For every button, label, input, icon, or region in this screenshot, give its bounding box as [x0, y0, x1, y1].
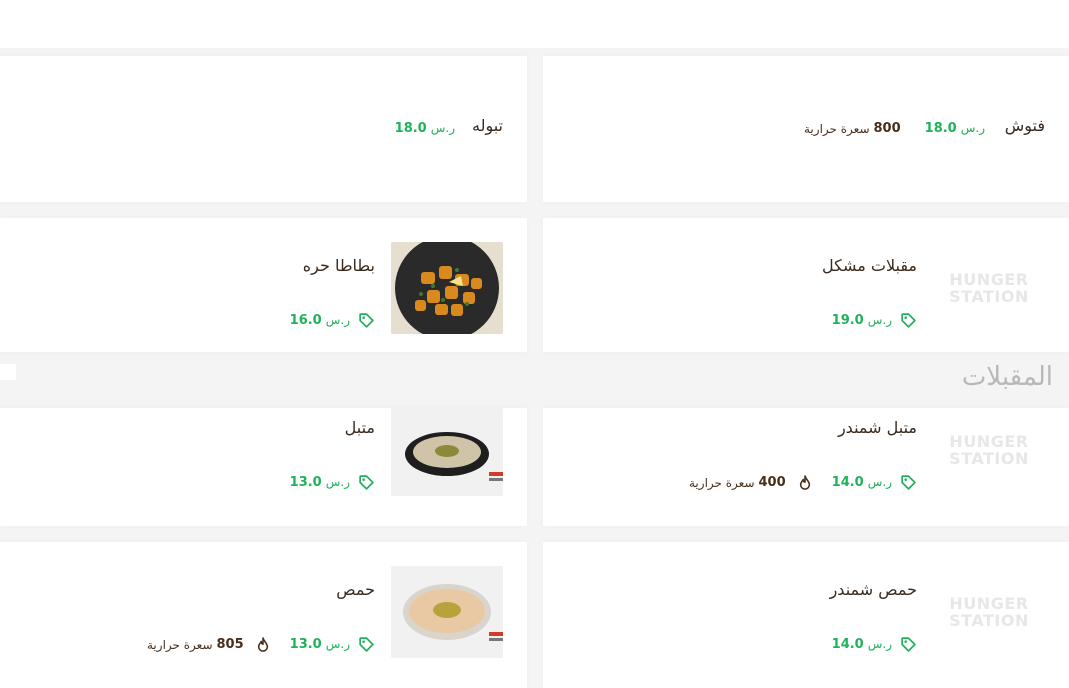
flame-icon [799, 474, 810, 490]
menu-item-mixed-appetizers[interactable]: HUNGER STATION مقبلات مشكل ر.س19.0 [543, 218, 1069, 352]
tag-icon [359, 313, 374, 328]
item-image [391, 566, 503, 658]
item-price: ر.س14.0 [831, 475, 892, 490]
item-meta: ر.س13.0 [290, 474, 375, 491]
item-image-placeholder: HUNGER STATION [949, 270, 1029, 306]
menu-item-hummus[interactable]: حمص سعرة حرارية 805 ر.س13.0 [0, 542, 527, 688]
item-price: ر.س14.0 [831, 637, 892, 652]
item-meta: ر.س16.0 [290, 312, 375, 329]
item-meta: سعرة حرارية 800 ر.س18.0 [804, 121, 985, 136]
menu-item-mutabbal[interactable]: متبل ر.س13.0 [0, 408, 527, 526]
item-price: ر.س16.0 [289, 313, 350, 328]
section-divider-left [0, 364, 16, 380]
item-name: فتوش [1004, 116, 1045, 135]
menu-item-beet-hummus[interactable]: HUNGER STATION حمص شمندر ر.س14.0 [543, 542, 1069, 688]
tag-icon [901, 637, 916, 652]
item-name: متبل [344, 418, 375, 437]
item-meta: ر.س19.0 [832, 312, 917, 329]
item-image-placeholder: HUNGER STATION [949, 432, 1029, 468]
calories-info: سعرة حرارية 805 [147, 636, 270, 653]
menu-item-spicy-potatoes[interactable]: بطاطا حره ر.س16.0 [0, 218, 527, 352]
item-meta: ر.س14.0 [832, 636, 917, 653]
item-meta: سعرة حرارية 805 ر.س13.0 [147, 636, 375, 653]
item-image-placeholder: HUNGER STATION [949, 594, 1029, 630]
tag-icon [901, 475, 916, 490]
menu-item-fattoush[interactable]: فتوش سعرة حرارية 800 ر.س18.0 [543, 56, 1069, 202]
item-price: ر.س13.0 [289, 475, 350, 490]
item-name: حمص شمندر [829, 580, 917, 599]
item-name: بطاطا حره [302, 256, 375, 275]
tag-icon [359, 637, 374, 652]
tag-icon [359, 475, 374, 490]
item-image [391, 242, 503, 334]
item-meta: ر.س18.0 [395, 121, 455, 136]
item-price: ر.س18.0 [924, 121, 985, 136]
menu-item-tabbouleh[interactable]: تبوله ر.س18.0 [0, 56, 527, 202]
top-bar [0, 0, 1069, 48]
item-price: ر.س13.0 [289, 637, 350, 652]
flame-icon [257, 636, 268, 652]
menu-item-beet-mutabbal[interactable]: HUNGER STATION متبل شمندر سعرة حرارية 400 … [543, 408, 1069, 526]
tag-icon [901, 313, 916, 328]
calories-info: سعرة حرارية 800 [804, 121, 901, 136]
item-name: تبوله [472, 116, 503, 135]
item-price: ر.س19.0 [831, 313, 892, 328]
item-price: ر.س18.0 [394, 121, 455, 136]
item-image [391, 408, 503, 496]
item-name: متبل شمندر [837, 418, 917, 437]
section-title: المقبلات [961, 362, 1053, 392]
item-name: حمص [336, 580, 375, 599]
item-name: مقبلات مشكل [822, 256, 917, 275]
calories-info: سعرة حرارية 400 [689, 474, 812, 491]
item-meta: سعرة حرارية 400 ر.س14.0 [689, 474, 917, 491]
